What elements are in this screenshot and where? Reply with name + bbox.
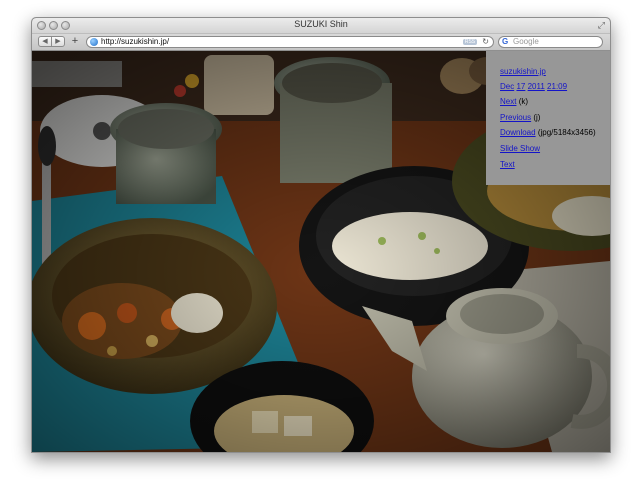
previous-shortcut: (j): [533, 113, 541, 122]
day-link[interactable]: 17: [516, 82, 525, 91]
title-bar: SUZUKI Shin ⤢: [32, 18, 610, 34]
download-link[interactable]: Download: [500, 128, 536, 137]
window-title: SUZUKI Shin: [294, 19, 348, 29]
site-link[interactable]: suzukishin.jp: [500, 67, 546, 76]
time-link[interactable]: 21:09: [547, 82, 567, 91]
download-row: Download (jpg/5184x3456): [500, 128, 596, 138]
download-info: (jpg/5184x3456): [537, 128, 596, 137]
previous-row: Previous (j): [500, 113, 540, 123]
globe-icon: [90, 38, 98, 46]
address-bar[interactable]: http://suzukishin.jp/ RSS ↻: [86, 36, 494, 48]
browser-window: SUZUKI Shin ⤢ ◀ ▶ + http://suzukishin.jp…: [31, 17, 611, 453]
next-link[interactable]: Next: [500, 97, 516, 106]
url-text[interactable]: http://suzukishin.jp/: [101, 37, 169, 47]
google-icon: G: [502, 37, 509, 46]
browser-toolbar: ◀ ▶ + http://suzukishin.jp/ RSS ↻ G Goog…: [32, 34, 610, 51]
rss-button[interactable]: RSS: [463, 39, 477, 45]
year-link[interactable]: 2011: [528, 82, 545, 91]
text-link[interactable]: Text: [500, 160, 515, 169]
page-content: suzukishin.jp Dec 17 2011 21:09 Next (k)…: [32, 51, 610, 452]
photo-info-panel: suzukishin.jp Dec 17 2011 21:09 Next (k)…: [486, 51, 610, 185]
new-tab-button[interactable]: +: [69, 36, 81, 47]
forward-button[interactable]: ▶: [51, 36, 65, 47]
next-row: Next (k): [500, 97, 528, 107]
next-shortcut: (k): [518, 97, 529, 106]
reload-button[interactable]: ↻: [482, 37, 489, 47]
fullscreen-icon[interactable]: ⤢: [598, 20, 605, 31]
slideshow-link[interactable]: Slide Show: [500, 144, 540, 153]
month-link[interactable]: Dec: [500, 82, 514, 91]
search-placeholder: Google: [513, 37, 539, 46]
date-row: Dec 17 2011 21:09: [500, 82, 567, 92]
search-field[interactable]: G Google: [498, 36, 603, 48]
back-button[interactable]: ◀: [38, 36, 52, 47]
previous-link[interactable]: Previous: [500, 113, 531, 122]
